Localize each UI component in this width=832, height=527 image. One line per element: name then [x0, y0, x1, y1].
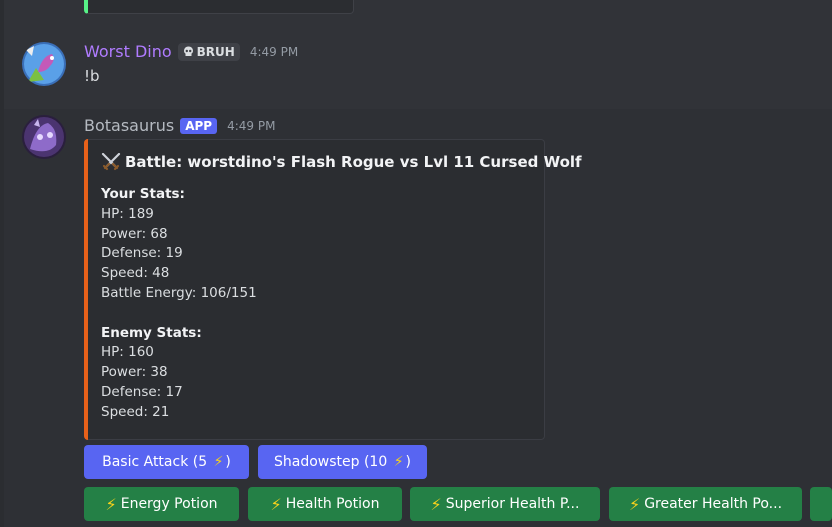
lightning-icon: ⚡ [628, 494, 641, 514]
embed-title: Battle: worstdino's Flash Rogue vs Lvl 1… [101, 153, 582, 171]
tag-label: BRUH [196, 44, 235, 59]
button-label-end: ) [225, 454, 231, 470]
lightning-icon: ⚡ [393, 454, 404, 470]
lightning-icon: ⚡ [105, 494, 117, 514]
lightning-icon: ⚡ [213, 454, 224, 470]
embed-description: Your Stats: HP: 189 Power: 68 Defense: 1… [101, 185, 257, 423]
guild-tag-badge[interactable]: BRUH [177, 42, 240, 61]
enemy-stat-defense: Defense: 17 [101, 383, 183, 400]
superior-health-potion-button[interactable]: ⚡ Superior Health P... [410, 487, 600, 521]
shadowstep-button[interactable]: Shadowstep (10 ⚡) [258, 445, 427, 479]
timestamp[interactable]: 4:49 PM [227, 119, 275, 133]
button-label-end: ) [405, 454, 411, 470]
enemy-stat-speed: Speed: 21 [101, 403, 170, 420]
username[interactable]: Worst Dino [84, 42, 172, 61]
button-label: Greater Health Po... [644, 496, 783, 512]
more-item-button[interactable] [810, 487, 832, 521]
lightning-icon: ⚡ [430, 494, 442, 514]
embed-accent-bar [84, 139, 88, 440]
avatar[interactable] [22, 42, 66, 86]
message-header: Worst Dino BRUH 4:49 PM [84, 42, 298, 61]
message-content: !b [84, 67, 100, 85]
enemy-stat-power: Power: 38 [101, 364, 168, 381]
username[interactable]: Botasaurus [84, 116, 174, 135]
message-worst-dino: Worst Dino BRUH 4:49 PM !b [4, 32, 832, 108]
button-label: Health Potion [285, 496, 380, 512]
button-label: Energy Potion [120, 496, 218, 512]
button-label: Superior Health P... [445, 496, 580, 512]
your-stat-power: Power: 68 [101, 225, 168, 242]
battle-embed: Battle: worstdino's Flash Rogue vs Lvl 1… [84, 139, 582, 440]
enemy-stats-heading: Enemy Stats: [101, 324, 202, 341]
timestamp[interactable]: 4:49 PM [250, 45, 298, 59]
avatar[interactable] [22, 115, 66, 159]
embed-title-text: Battle: worstdino's Flash Rogue vs Lvl 1… [125, 153, 582, 171]
your-stat-battle-energy: Battle Energy: 106/151 [101, 284, 257, 301]
crossed-swords-icon [101, 153, 121, 171]
app-badge: APP [180, 117, 218, 134]
health-potion-button[interactable]: ⚡ Health Potion [248, 487, 402, 521]
greater-health-potion-button[interactable]: ⚡ Greater Health Po... [609, 487, 802, 521]
button-label: Shadowstep (10 [273, 454, 392, 470]
message-botasaurus: Botasaurus APP 4:49 PM Battle: worstdino… [4, 109, 832, 527]
button-label: Basic Attack (5 [102, 454, 212, 470]
enemy-stat-hp: HP: 160 [101, 344, 154, 361]
basic-attack-button[interactable]: Basic Attack (5 ⚡) [84, 445, 249, 479]
energy-potion-button[interactable]: ⚡ Energy Potion [84, 487, 239, 521]
your-stat-defense: Defense: 19 [101, 245, 183, 262]
lightning-icon: ⚡ [270, 494, 282, 514]
message-header: Botasaurus APP 4:49 PM [84, 116, 275, 135]
skull-icon [183, 46, 193, 56]
previous-embed [84, 0, 354, 14]
your-stats-heading: Your Stats: [101, 186, 185, 202]
your-stat-speed: Speed: 48 [101, 265, 170, 282]
your-stat-hp: HP: 189 [101, 205, 154, 222]
